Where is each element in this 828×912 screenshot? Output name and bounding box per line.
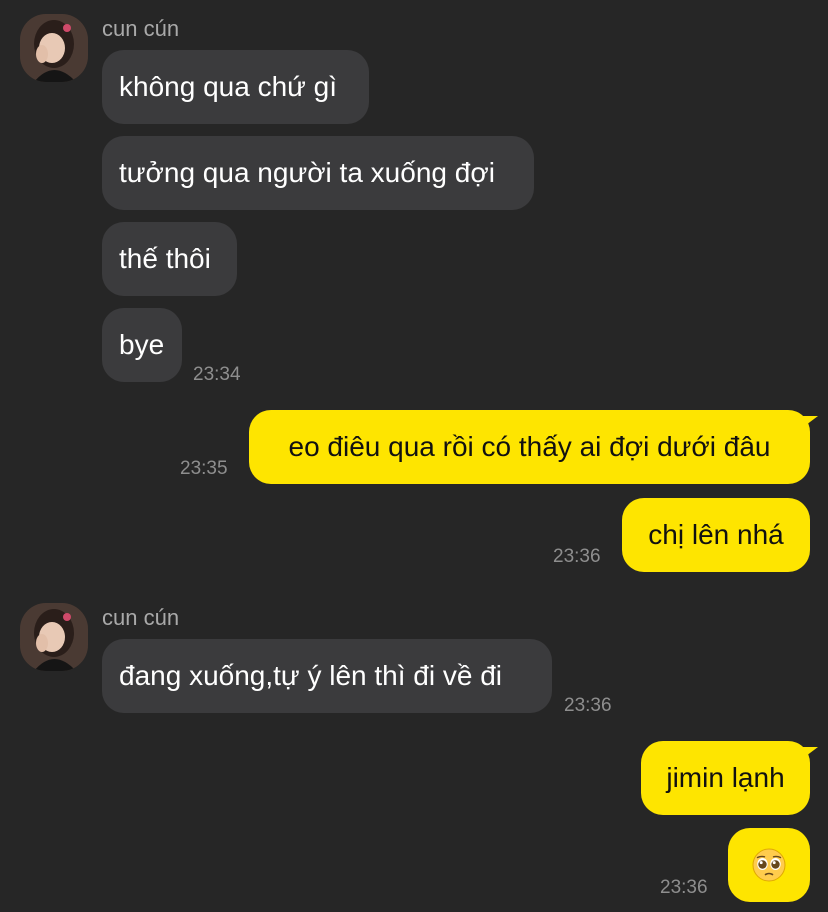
message-timestamp: 23:34 bbox=[193, 364, 241, 385]
avatar[interactable] bbox=[20, 603, 88, 671]
message-text: không qua chứ gì bbox=[119, 71, 338, 102]
message-text: bye bbox=[119, 329, 165, 360]
avatar-photo bbox=[20, 603, 88, 671]
message-bubble[interactable]: jimin lạnh bbox=[641, 741, 818, 815]
message-text: jimin lạnh bbox=[666, 762, 785, 793]
avatar-photo bbox=[20, 14, 88, 82]
message-bubble[interactable]: thế thôi bbox=[102, 222, 237, 296]
pleading-face-emoji bbox=[752, 848, 786, 882]
message-timestamp: 23:36 bbox=[564, 695, 612, 716]
message-bubble[interactable]: eo điêu qua rồi có thấy ai đợi dưới đâu bbox=[249, 410, 818, 484]
message-text: thế thôi bbox=[119, 243, 211, 274]
message-bubble[interactable]: đang xuống,tự ý lên thì đi về đi bbox=[102, 639, 552, 713]
message-bubble[interactable]: chị lên nhá bbox=[622, 498, 810, 572]
message-bubble[interactable]: tưởng qua người ta xuống đợi bbox=[102, 136, 534, 210]
message-bubble[interactable] bbox=[728, 828, 810, 902]
message-timestamp: 23:36 bbox=[660, 877, 708, 898]
sender-name: cun cún bbox=[102, 605, 180, 630]
message-text: đang xuống,tự ý lên thì đi về đi bbox=[119, 660, 502, 691]
message-text: tưởng qua người ta xuống đợi bbox=[119, 157, 495, 188]
avatar[interactable] bbox=[20, 14, 88, 82]
message-text: eo điêu qua rồi có thấy ai đợi dưới đâu bbox=[288, 431, 771, 462]
message-timestamp: 23:35 bbox=[180, 458, 228, 479]
message-bubble[interactable]: không qua chứ gì bbox=[102, 50, 369, 124]
message-text: chị lên nhá bbox=[648, 519, 784, 550]
sender-name: cun cún bbox=[102, 16, 180, 41]
message-timestamp: 23:36 bbox=[553, 546, 601, 567]
message-bubble[interactable]: bye bbox=[102, 308, 182, 382]
